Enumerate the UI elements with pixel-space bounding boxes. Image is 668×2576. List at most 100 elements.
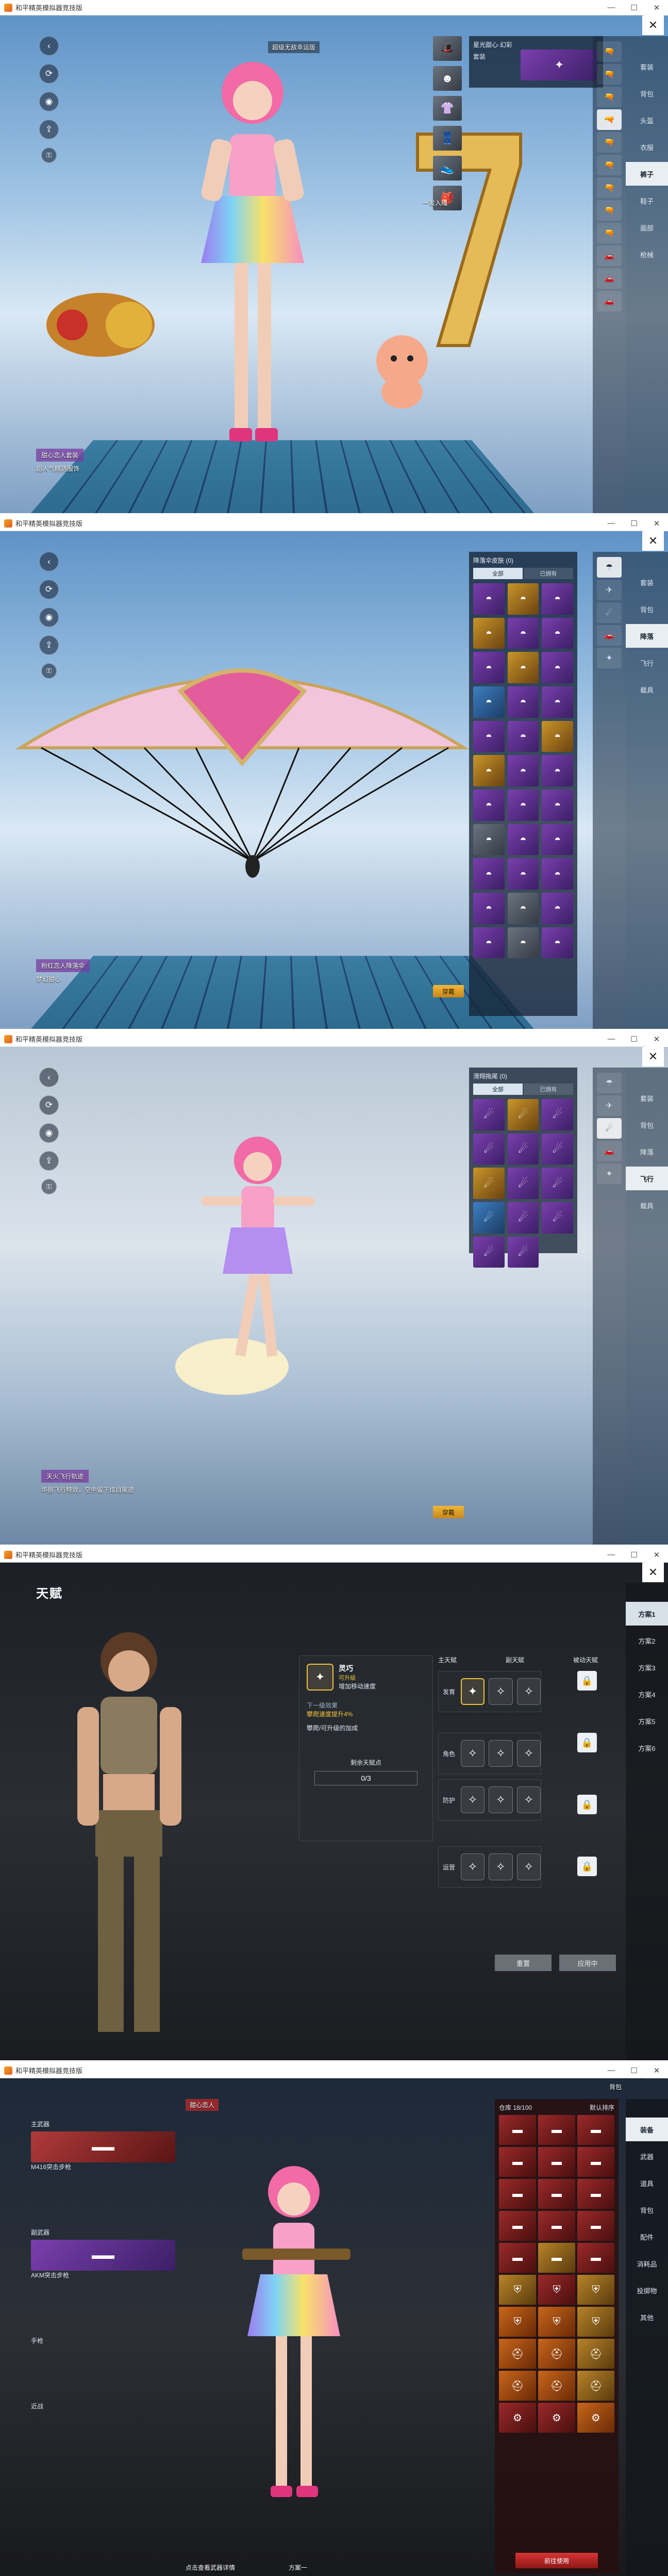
weapon-slot-icon[interactable]: 🔫 <box>597 177 622 198</box>
tab-item[interactable]: 消耗品 <box>626 2252 668 2275</box>
trail-item-icon[interactable]: ☄ <box>508 1099 539 1130</box>
weapon-slot-icon[interactable]: 🚗 <box>597 245 622 266</box>
parachute-item-icon[interactable]: ◓ <box>508 824 539 856</box>
parachute-category-icon[interactable]: ☂ <box>597 1073 622 1093</box>
armor-item-icon[interactable]: ⛨ <box>577 2275 614 2305</box>
talent-slot-icon[interactable]: ✦ <box>461 1678 485 1705</box>
trail-category-icon[interactable]: ☄ <box>597 602 622 623</box>
quick-slot-mask-icon[interactable]: ☻ <box>433 66 462 91</box>
parachute-item-icon[interactable]: ◓ <box>542 790 573 821</box>
parachute-item-icon[interactable]: ◓ <box>473 858 505 890</box>
weapon-slot-icon[interactable]: 🔫 <box>597 64 622 85</box>
nav-item[interactable]: 背包 <box>626 81 668 105</box>
parachute-item-icon[interactable]: ◓ <box>542 824 573 856</box>
trail-item-icon[interactable]: ☄ <box>508 1134 539 1165</box>
talent-slot-icon[interactable]: ✧ <box>461 1853 485 1880</box>
gun-item-icon[interactable]: ▬ <box>499 2115 536 2145</box>
weapon-slot-icon[interactable]: 🚗 <box>597 291 622 311</box>
glider-category-icon[interactable]: ✈ <box>597 1095 622 1116</box>
gun-item-icon[interactable]: ▬ <box>499 2211 536 2241</box>
misc-category-icon[interactable]: ✦ <box>597 1163 622 1184</box>
minimize-button[interactable]: — <box>600 2063 623 2078</box>
trail-item-icon[interactable]: ☄ <box>473 1237 505 1268</box>
parachute-item-icon[interactable]: ◓ <box>473 652 505 683</box>
talent-slot-icon[interactable]: ✧ <box>489 1853 512 1880</box>
nav-item[interactable]: 套装 <box>626 570 668 594</box>
armor-item-icon[interactable]: ⛨ <box>499 2275 536 2305</box>
gun-item-icon[interactable]: ▬ <box>577 2147 614 2177</box>
parachute-item-icon[interactable]: ◓ <box>508 755 539 786</box>
vehicle-category-icon[interactable]: 🚗 <box>597 625 622 646</box>
talent-slot-icon[interactable]: ✧ <box>489 1740 512 1767</box>
plan-item[interactable]: 方案4 <box>626 1682 668 1706</box>
parachute-item-icon[interactable]: ◓ <box>542 755 573 786</box>
gun-item-icon[interactable]: ▬ <box>577 2115 614 2145</box>
nav-item[interactable]: 降落 <box>626 1140 668 1163</box>
camera-icon[interactable]: ◉ <box>39 1123 59 1143</box>
gun-item-icon[interactable]: ▬ <box>577 2243 614 2273</box>
gun-item-icon[interactable]: ▬ <box>538 2243 575 2273</box>
weapon-slot-icon[interactable]: 🔫 <box>597 87 622 107</box>
talent-slot-icon[interactable]: ✧ <box>517 1786 541 1813</box>
gun-item-icon[interactable]: ▬ <box>499 2147 536 2177</box>
lock-icon[interactable]: ⚿ <box>41 1179 57 1194</box>
gun-item-icon[interactable]: ▬ <box>499 2243 536 2273</box>
talent-slot-icon[interactable]: ✧ <box>461 1786 485 1813</box>
trail-item-icon[interactable]: ☄ <box>473 1202 505 1234</box>
parachute-item-icon[interactable]: ◓ <box>542 893 573 924</box>
helmet-item-icon[interactable]: ⛑ <box>577 2371 614 2401</box>
tab-owned[interactable]: 已拥有 <box>524 1084 573 1095</box>
plan-item[interactable]: 方案6 <box>626 1736 668 1760</box>
trail-item-icon[interactable]: ☄ <box>542 1168 573 1199</box>
share-icon[interactable]: ⇪ <box>39 120 59 139</box>
nav-item[interactable]: 枪械 <box>626 242 668 266</box>
close-button[interactable]: ✕ <box>645 0 668 15</box>
gear-item-icon[interactable]: ⚙ <box>538 2403 575 2433</box>
parachute-item-icon[interactable]: ◓ <box>542 858 573 890</box>
tab-item[interactable]: 背包 <box>626 2198 668 2222</box>
parachute-item-icon[interactable]: ◓ <box>473 927 505 959</box>
nav-item[interactable]: 头盔 <box>626 108 668 132</box>
trail-item-icon[interactable]: ☄ <box>508 1202 539 1234</box>
nav-item[interactable]: 套装 <box>626 55 668 78</box>
quick-slot-top-icon[interactable]: 👚 <box>433 96 462 121</box>
lock-icon[interactable]: 🔒 <box>577 1671 597 1691</box>
camera-icon[interactable]: ◉ <box>39 608 59 627</box>
maximize-button[interactable]: ☐ <box>623 1547 645 1563</box>
tab-all[interactable]: 全部 <box>473 568 523 579</box>
trail-item-icon[interactable]: ☄ <box>542 1202 573 1234</box>
parachute-item-icon[interactable]: ◓ <box>473 755 505 786</box>
share-icon[interactable]: ⇪ <box>39 1151 59 1171</box>
vehicle-category-icon[interactable]: 🚗 <box>597 1141 622 1161</box>
equip-button[interactable]: 穿戴 <box>433 985 464 997</box>
close-button[interactable]: ✕ <box>645 2063 668 2078</box>
slot-secondary[interactable]: 副武器 ▬▬ AKM突击步枪 <box>31 2228 186 2279</box>
armor-item-icon[interactable]: ⛨ <box>538 2275 575 2305</box>
glider-category-icon[interactable]: ✈ <box>597 580 622 600</box>
weapon-slot-icon[interactable]: 🔫 <box>597 155 622 175</box>
gun-item-icon[interactable]: ▬ <box>577 2179 614 2209</box>
gun-item-icon[interactable]: ▬ <box>538 2147 575 2177</box>
tab-item[interactable]: 道具 <box>626 2171 668 2195</box>
maximize-button[interactable]: ☐ <box>623 1031 645 1047</box>
parachute-item-icon[interactable]: ◓ <box>473 686 505 718</box>
helmet-item-icon[interactable]: ⛑ <box>577 2339 614 2369</box>
trail-item-icon[interactable]: ☄ <box>542 1099 573 1130</box>
parachute-item-icon[interactable]: ◓ <box>508 893 539 924</box>
tab-item[interactable]: 武器 <box>626 2144 668 2168</box>
armor-item-icon[interactable]: ⛨ <box>577 2307 614 2337</box>
gun-item-icon[interactable]: ▬ <box>538 2211 575 2241</box>
minimize-button[interactable]: — <box>600 1031 623 1047</box>
parachute-item-icon[interactable]: ◓ <box>508 927 539 959</box>
minimize-button[interactable]: — <box>600 1547 623 1563</box>
nav-item-active[interactable]: 降落 <box>626 624 668 648</box>
lock-icon[interactable]: 🔒 <box>577 1733 597 1752</box>
gun-item-icon[interactable]: ▬ <box>538 2115 575 2145</box>
slot-primary[interactable]: 主武器 ▬▬ M416突击步枪 <box>31 2120 186 2171</box>
nav-item[interactable]: 背包 <box>626 597 668 621</box>
gear-item-icon[interactable]: ⚙ <box>577 2403 614 2433</box>
lock-icon[interactable]: ⚿ <box>41 663 57 679</box>
quick-slot-shoe-icon[interactable]: 👟 <box>433 156 462 181</box>
armor-item-icon[interactable]: ⛨ <box>538 2307 575 2337</box>
nav-item-active[interactable]: 飞行 <box>626 1167 668 1190</box>
